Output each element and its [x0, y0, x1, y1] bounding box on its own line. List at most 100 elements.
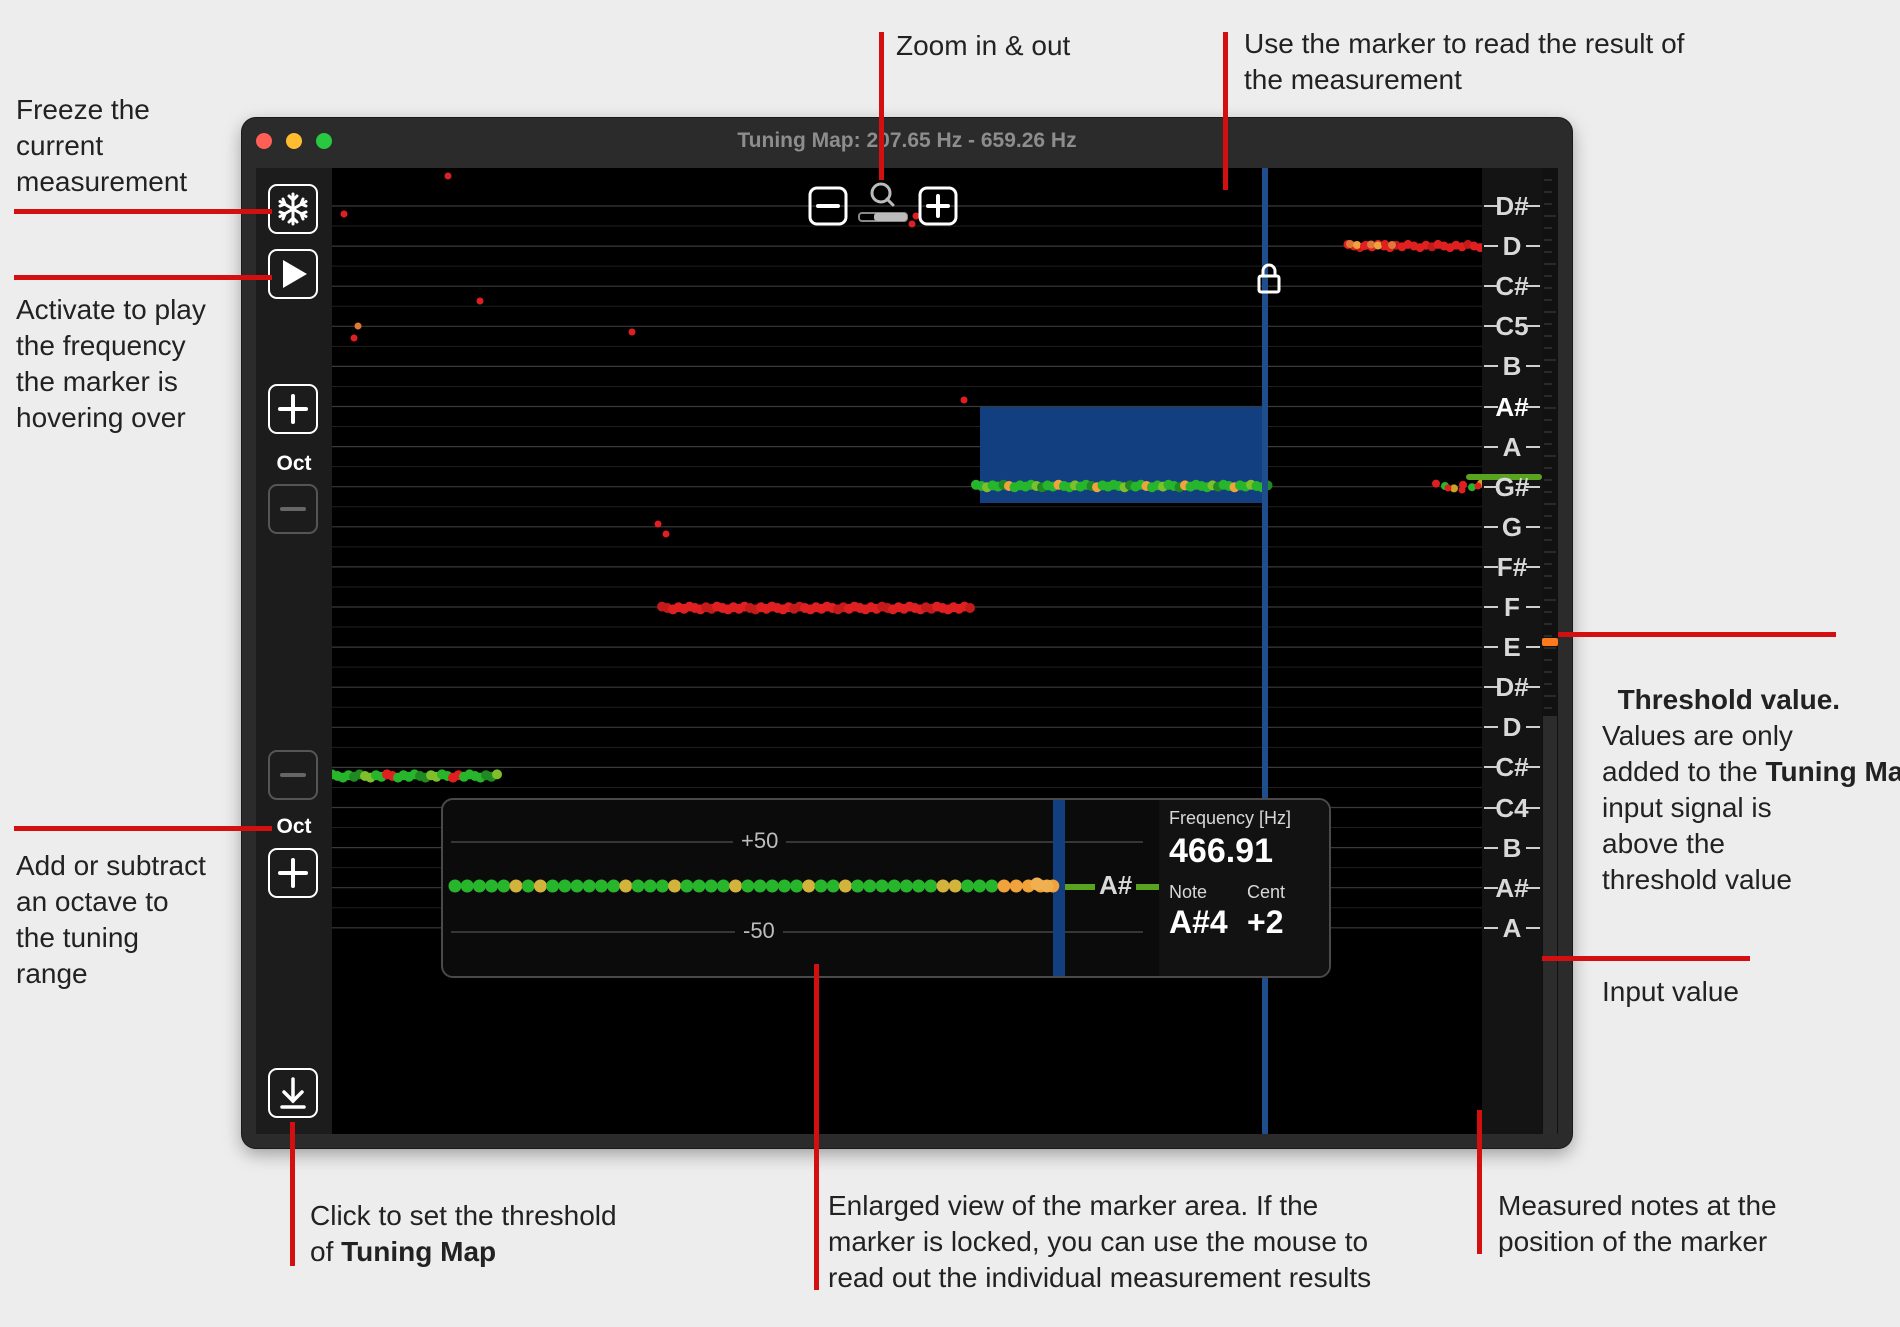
enlarged-point [960, 879, 974, 893]
input-level-bar [1543, 716, 1557, 1134]
point-d-edge [1374, 241, 1382, 250]
note-tick [1484, 926, 1498, 929]
annotation-play: Activate to play the frequency the marke… [16, 294, 206, 433]
enlarged-point [1040, 879, 1054, 893]
play-button[interactable] [268, 249, 318, 299]
note-tick [1484, 205, 1498, 207]
enlarged-view-plot [448, 800, 1159, 976]
enlarged-point [814, 879, 828, 893]
zoom-in-button[interactable] [918, 186, 958, 226]
freeze-button[interactable] [268, 184, 318, 234]
note-tick [1526, 686, 1540, 689]
point-outlier [1474, 482, 1482, 490]
cent-value: +2 [1247, 904, 1284, 940]
pointer-line-measured [1477, 1110, 1482, 1254]
enlarged-point [460, 879, 474, 893]
play-icon [283, 260, 307, 288]
pointer-line-marker [1223, 32, 1228, 190]
annotation-enlarged: Enlarged view of the marker area. If the… [828, 1190, 1372, 1293]
pointer-line-freeze [14, 209, 272, 214]
note-tick [1526, 205, 1540, 207]
enlarged-point [765, 879, 779, 893]
annotation-click-threshold-bold: Tuning Map [341, 1236, 497, 1267]
enlarged-point [472, 879, 486, 893]
enlarged-point [826, 879, 840, 893]
window-title: Tuning Map: 207.65 Hz - 659.26 Hz [737, 129, 1077, 152]
zoom-out-button[interactable] [808, 186, 848, 226]
enlarged-point [509, 879, 523, 893]
pointer-line-click-threshold [290, 1122, 295, 1266]
note-tick [1526, 726, 1540, 729]
octave-top-label: Oct [276, 452, 312, 475]
note-tick [1484, 686, 1498, 689]
note-tick [1484, 405, 1498, 408]
enlarged-point [607, 879, 621, 893]
note-tick [1526, 806, 1540, 809]
note-tick [1526, 766, 1540, 769]
pointer-line-input [1542, 956, 1750, 961]
enlarged-point [594, 879, 608, 893]
enlarged-point [924, 879, 938, 893]
point-outlier [476, 297, 484, 305]
enlarged-point [912, 879, 926, 893]
enlarged-point [631, 879, 645, 893]
point-d-edge [1367, 240, 1375, 249]
tuning-map-plot[interactable] [332, 168, 1482, 1134]
input-meter[interactable] [1542, 168, 1558, 1134]
note-tick [1526, 285, 1540, 288]
minus-icon [280, 507, 306, 511]
enlarged-view[interactable]: +50 -50 A# Frequency [Hz] 466.91 Note Ce… [441, 798, 1331, 978]
pointer-line-enlarged [814, 964, 819, 1290]
point-outlier [628, 328, 636, 336]
zoom-slider-thumb[interactable] [874, 213, 907, 221]
note-tick [1484, 365, 1498, 368]
octave-up-bottom-button[interactable] [268, 848, 318, 898]
annotation-input-value: Input value [1602, 976, 1739, 1007]
enlarged-point [668, 879, 682, 893]
enlarged-point [521, 879, 535, 893]
note-tick [1526, 245, 1540, 248]
point-outlier [354, 322, 362, 330]
note-tick [1484, 525, 1498, 528]
threshold-marker[interactable] [1542, 638, 1558, 646]
note-tick [1526, 606, 1540, 608]
plus-icon [278, 394, 308, 424]
octave-up-top-button[interactable] [268, 384, 318, 434]
left-toolbar: Oct Oct [256, 168, 332, 1134]
enlarged-point [655, 879, 669, 893]
enlarged-point [729, 879, 743, 893]
enlarged-plus-label: +50 [733, 828, 787, 854]
point-outlier [340, 210, 348, 218]
marker-line[interactable] [1262, 168, 1268, 1134]
note-tick [1484, 606, 1498, 608]
set-threshold-button[interactable] [268, 1068, 318, 1118]
note-tick [1484, 846, 1498, 849]
enlarged-point [570, 879, 584, 893]
note-tick [1484, 646, 1498, 649]
enlarged-point [692, 879, 706, 893]
enlarged-point [558, 879, 572, 893]
enlarged-point [448, 879, 462, 893]
point-outlier [654, 520, 662, 528]
pointer-line-zoom [879, 32, 884, 180]
note-tick [1526, 646, 1540, 649]
octave-down-bottom-button[interactable] [268, 750, 318, 800]
annotation-measured-notes: Measured notes at the position of the ma… [1498, 1190, 1777, 1257]
frequency-label: Frequency [Hz] [1169, 808, 1292, 828]
enlarged-point [790, 879, 804, 893]
note-tick [1526, 886, 1540, 889]
lock-icon[interactable] [1256, 261, 1282, 295]
enlarged-points [448, 877, 1060, 893]
note-tick [1526, 926, 1540, 929]
annotation-octave: Add or subtract an octave to the tuning … [16, 850, 206, 989]
enlarged-minus-label: -50 [735, 918, 783, 944]
pointer-line-threshold [1558, 632, 1836, 637]
octave-down-top-button[interactable] [268, 484, 318, 534]
enlarged-note-tag: A# [1095, 870, 1137, 901]
enlarged-point [680, 879, 694, 893]
minus-icon [280, 773, 306, 777]
note-tick [1484, 766, 1498, 769]
annotation-threshold: Threshold value. Values are only added to… [1602, 646, 1900, 898]
enlarged-point [777, 879, 791, 893]
note-tick [1484, 285, 1498, 288]
